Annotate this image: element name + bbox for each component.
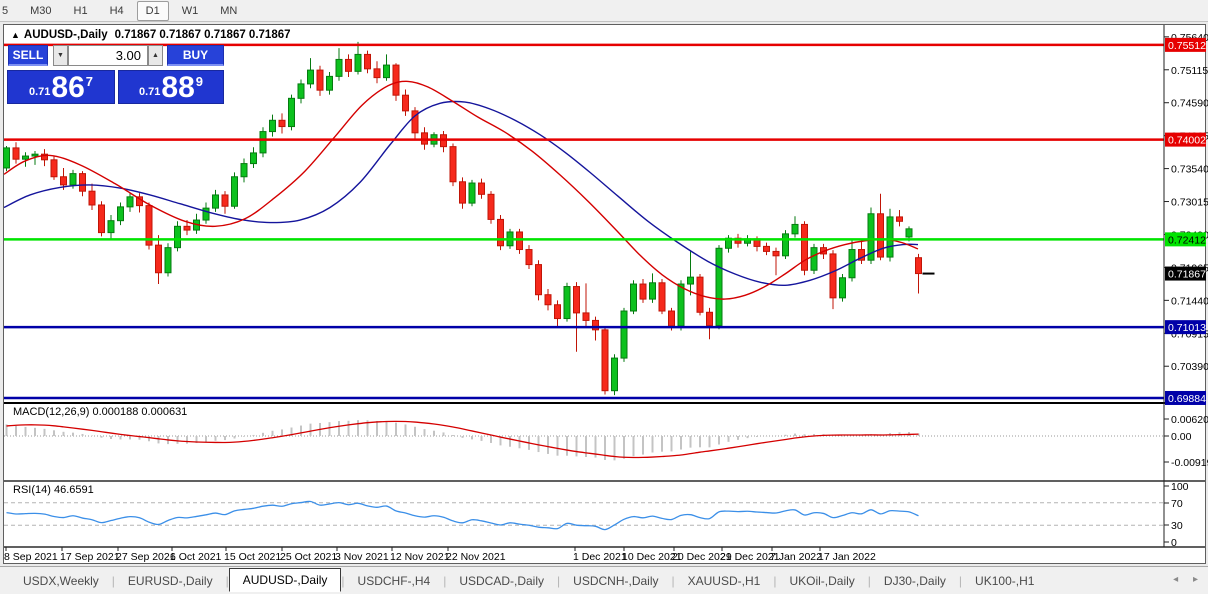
date-axis-label: 8 Sep 2021	[4, 551, 58, 563]
date-axis-label: 27 Sep 2021	[116, 551, 176, 563]
tab-dj30-daily[interactable]: DJ30-,Daily	[871, 569, 959, 593]
rsi-name: RSI(14)	[13, 484, 51, 496]
chart-tab-bar: USDX,Weekly|EURUSD-,Daily|AUDUSD-,Daily|…	[0, 566, 1208, 594]
price-tick-label: 0.71440	[1171, 295, 1208, 307]
rsi-indicator-label: RSI(14) 46.6591	[13, 484, 94, 496]
buy-price-box[interactable]: 0.71889	[118, 70, 224, 104]
timeframe-button-mn[interactable]: MN	[211, 1, 246, 21]
tab-audusd-daily[interactable]: AUDUSD-,Daily	[229, 568, 342, 592]
macd-signal-line	[7, 421, 919, 457]
volume-increase-button[interactable]: ▲	[148, 45, 163, 66]
rsi-axis-label: 0	[1171, 537, 1177, 549]
tab-usdchf-h4[interactable]: USDCHF-,H4	[345, 569, 444, 593]
volume-decrease-button[interactable]: ▼	[53, 45, 68, 66]
sell-price-prefix: 0.71	[29, 86, 50, 98]
date-axis-label: 7 Jan 2022	[770, 551, 822, 563]
buy-price-prefix: 0.71	[139, 86, 160, 98]
timeframe-button-w1[interactable]: W1	[173, 1, 208, 21]
timeframe-toolbar: 5M30H1H4D1W1MN	[0, 0, 1208, 22]
sell-price-big: 86	[51, 73, 84, 103]
level-label-0.71013: 0.71013	[1168, 322, 1206, 334]
triangle-up-icon: ▲	[152, 52, 159, 59]
rsi-axis-label: 100	[1171, 481, 1189, 493]
timeframe-button-h4[interactable]: H4	[101, 1, 133, 21]
level-label-0.69884: 0.69884	[1168, 393, 1206, 405]
collapse-triangle-icon[interactable]: ▲	[11, 30, 20, 40]
sell-price-pip: 7	[86, 74, 93, 89]
tab-eurusd-daily[interactable]: EURUSD-,Daily	[115, 569, 226, 593]
chart-symbol-label: AUDUSD-,Daily	[24, 29, 108, 41]
level-label-0.75512: 0.75512	[1168, 40, 1206, 52]
rsi-axis-label: 30	[1171, 520, 1183, 532]
date-axis-label: 15 Oct 2021	[224, 551, 281, 563]
date-axis-label: 17 Sep 2021	[60, 551, 120, 563]
macd-axis-label: 0.00	[1171, 431, 1192, 443]
level-label-0.74002: 0.74002	[1168, 135, 1206, 147]
macd-indicator-label: MACD(12,26,9) 0.000188 0.000631	[13, 406, 187, 418]
price-tick-label: 0.73015	[1171, 197, 1208, 209]
buy-price-big: 88	[161, 73, 194, 103]
chart-title: ▲ AUDUSD-,Daily 0.71867 0.71867 0.71867 0.…	[11, 29, 291, 41]
rsi-axis-label: 70	[1171, 498, 1183, 510]
triangle-down-icon: ▼	[57, 52, 64, 59]
macd-name: MACD(12,26,9)	[13, 406, 89, 418]
one-click-trading-panel: SELL ▼ ▲ BUY 0.71867 0.71889	[7, 45, 225, 105]
date-axis-label: 25 Oct 2021	[280, 551, 337, 563]
date-axis-label: 1 Dec 2021	[573, 551, 627, 563]
chart-ohlc-quotes: 0.71867 0.71867 0.71867 0.71867	[115, 29, 291, 41]
tab-xauusd-h1[interactable]: XAUUSD-,H1	[675, 569, 774, 593]
date-axis-label: 3 Nov 2021	[335, 551, 389, 563]
timeframe-button-d1[interactable]: D1	[137, 1, 169, 21]
tab-uk100-h1[interactable]: UK100-,H1	[962, 569, 1047, 593]
sell-price-box[interactable]: 0.71867	[7, 70, 115, 104]
rsi-value: 46.6591	[54, 484, 94, 496]
timeframe-button-5[interactable]: 5	[0, 1, 17, 21]
tab-scroll-arrows[interactable]: ◂ ▸	[1173, 574, 1204, 585]
macd-axis-label: 0.006201	[1171, 414, 1208, 426]
price-tick-label: 0.74590	[1171, 98, 1208, 110]
buy-price-pip: 9	[196, 74, 203, 89]
macd-values: 0.000188 0.000631	[92, 406, 187, 418]
tab-ukoil-daily[interactable]: UKOil-,Daily	[776, 569, 867, 593]
volume-input[interactable]	[68, 45, 148, 66]
date-axis-label: 17 Jan 2022	[818, 551, 876, 563]
date-axis-label: 6 Oct 2021	[170, 551, 222, 563]
macd-axis-label: -0.009197	[1171, 457, 1208, 469]
current-price-label: 0.71867	[1168, 269, 1206, 281]
date-axis-label: 12 Nov 2021	[390, 551, 450, 563]
buy-button[interactable]: BUY	[167, 45, 224, 66]
date-axis-label: 22 Nov 2021	[446, 551, 506, 563]
sell-button[interactable]: SELL	[8, 45, 48, 66]
price-tick-label: 0.75115	[1171, 65, 1208, 77]
tab-usdcnh-daily[interactable]: USDCNH-,Daily	[560, 569, 671, 593]
timeframe-button-m30[interactable]: M30	[21, 1, 60, 21]
price-tick-label: 0.73540	[1171, 164, 1208, 176]
price-tick-label: 0.70390	[1171, 361, 1208, 373]
level-label-0.72412: 0.72412	[1168, 234, 1206, 246]
tab-usdcad-daily[interactable]: USDCAD-,Daily	[446, 569, 557, 593]
tab-usdx-weekly[interactable]: USDX,Weekly	[10, 569, 112, 593]
timeframe-button-h1[interactable]: H1	[65, 1, 97, 21]
